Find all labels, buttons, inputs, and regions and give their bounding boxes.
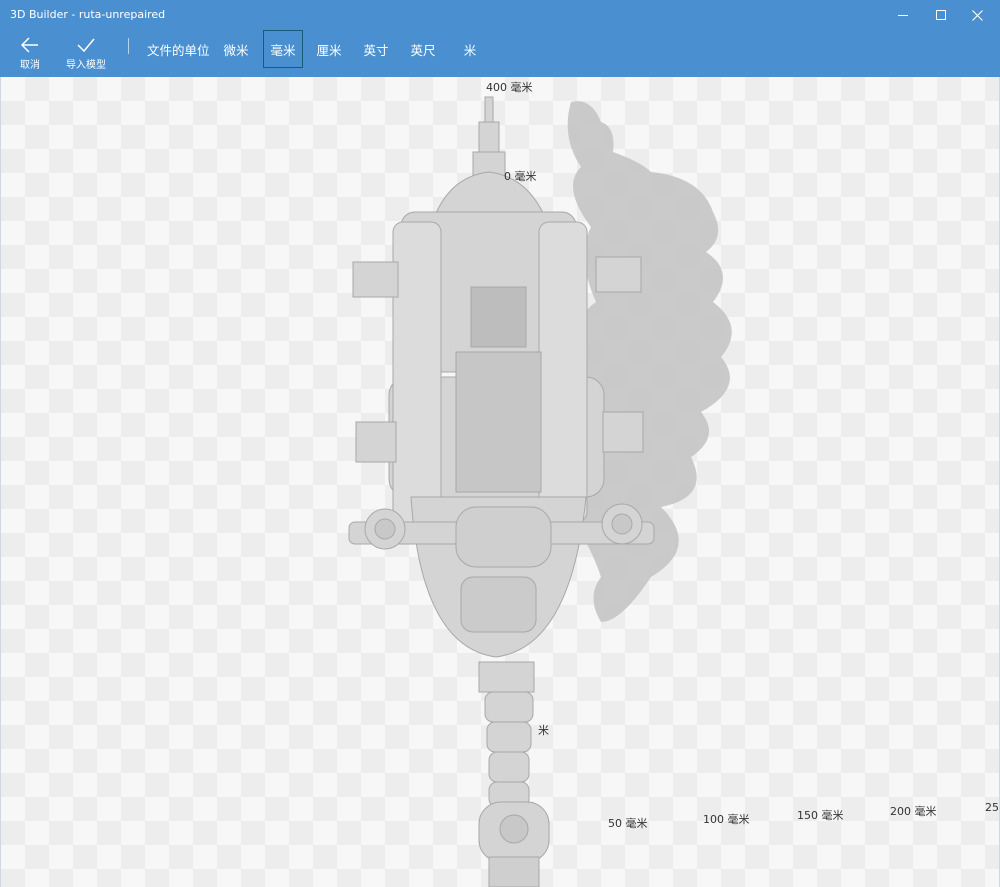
3d-viewport[interactable]: 400 毫米 0 毫米 米 50 毫米 100 毫米 150 毫米 200 毫米… [0, 77, 1000, 887]
scale-label: 200 毫米 [890, 805, 937, 818]
import-model-button[interactable]: 导入模型 [60, 30, 112, 71]
import-model-label: 导入模型 [66, 60, 106, 71]
unit-label: 米 [463, 42, 477, 58]
toolbar: 取消 导入模型 文件的单位 微米 毫米 厘米 英寸 英尺 米 [0, 30, 1000, 77]
toolbar-divider [128, 38, 129, 54]
unit-millimeter[interactable]: 毫米 [263, 30, 303, 68]
window-title: 3D Builder - ruta-unrepaired [10, 8, 166, 21]
close-icon [971, 9, 983, 21]
cancel-button[interactable]: 取消 [10, 30, 50, 71]
unit-label: 厘米 [316, 42, 342, 58]
unit-meter[interactable]: 米 [456, 30, 484, 68]
cancel-label: 取消 [20, 60, 40, 71]
unit-inch[interactable]: 英寸 [358, 30, 394, 68]
unit-label: 英寸 [363, 42, 389, 58]
scale-label: 100 毫米 [703, 813, 750, 826]
model-canvas[interactable] [1, 77, 1000, 887]
scale-label: 150 毫米 [797, 809, 844, 822]
unit-foot[interactable]: 英尺 [405, 30, 441, 68]
unit-micrometer[interactable]: 微米 [218, 30, 254, 68]
unit-label: 毫米 [270, 42, 296, 58]
maximize-icon [936, 10, 946, 20]
file-units-label: 文件的单位 [147, 43, 210, 58]
unit-centimeter[interactable]: 厘米 [311, 30, 347, 68]
back-arrow-icon [20, 37, 38, 53]
scale-label: 25 [985, 801, 999, 814]
checkmark-icon [77, 38, 95, 53]
minimize-icon [898, 14, 908, 16]
scale-label: 米 [538, 724, 549, 737]
close-button[interactable] [954, 0, 1000, 30]
scale-label: 0 毫米 [504, 170, 537, 183]
unit-label: 微米 [223, 42, 249, 58]
title-bar: 3D Builder - ruta-unrepaired [0, 0, 1000, 30]
unit-label: 英尺 [410, 42, 436, 58]
scale-label: 400 毫米 [486, 81, 533, 94]
scale-label: 50 毫米 [608, 817, 648, 830]
app-window: 3D Builder - ruta-unrepaired 取消 导入模型 文件的… [0, 0, 1000, 887]
